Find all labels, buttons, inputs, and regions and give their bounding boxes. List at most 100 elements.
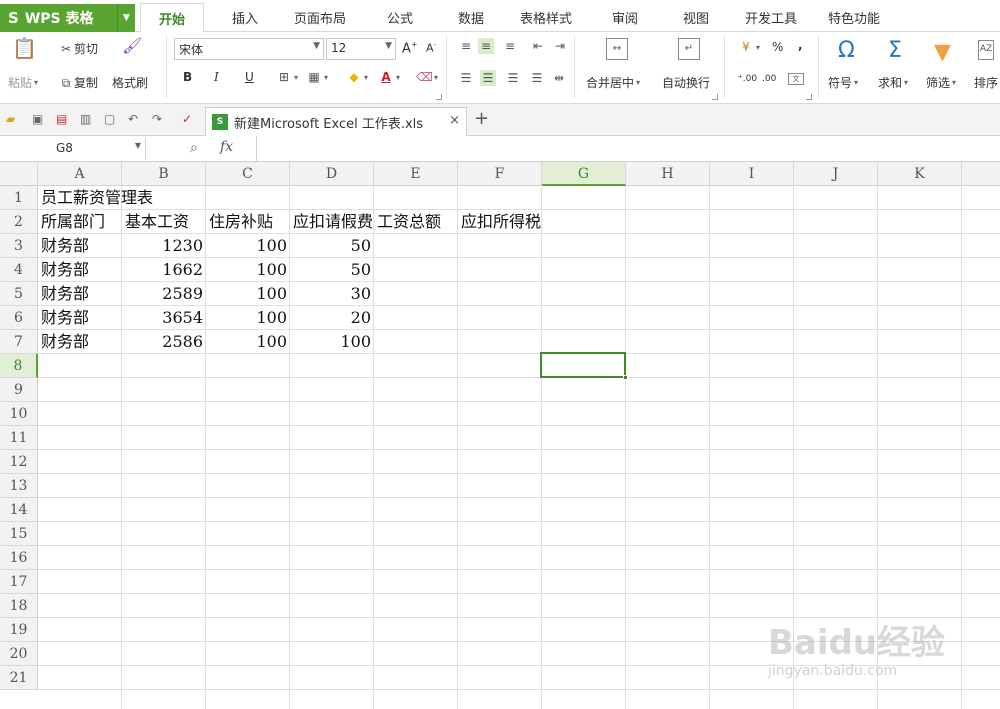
row-header-11[interactable]: 11 xyxy=(0,426,38,450)
row-header-17[interactable]: 17 xyxy=(0,570,38,594)
convert-format-button[interactable]: 文 xyxy=(788,73,804,85)
cell-d5[interactable]: 30 xyxy=(290,282,374,306)
insert-function-icon[interactable]: fx xyxy=(220,139,233,155)
wrap-text-button[interactable]: 自动换行 xyxy=(662,74,710,91)
row-header-5[interactable]: 5 xyxy=(0,282,38,306)
row-header-12[interactable]: 12 xyxy=(0,450,38,474)
format-painter-icon-button[interactable]: 🖌 xyxy=(122,38,142,54)
row-header-21[interactable]: 21 xyxy=(0,666,38,690)
font-dialog-launcher-icon[interactable] xyxy=(436,94,442,100)
cell-d6[interactable]: 20 xyxy=(290,306,374,330)
underline-button[interactable]: U xyxy=(245,70,254,84)
tab-table-style[interactable]: 表格样式 xyxy=(520,8,572,27)
sum-icon-button[interactable]: Σ xyxy=(888,38,902,63)
save-icon[interactable]: ▣ xyxy=(32,112,43,126)
merge-center-button[interactable]: 合并居中 ▾ xyxy=(586,74,640,91)
sort-icon-button[interactable]: AZ xyxy=(978,40,994,60)
row-header-4[interactable]: 4 xyxy=(0,258,38,282)
cell-d4[interactable]: 50 xyxy=(290,258,374,282)
tab-start[interactable]: 开始 xyxy=(140,3,205,33)
row-header-8[interactable]: 8 xyxy=(0,354,38,378)
print-icon[interactable]: ▥ xyxy=(80,112,91,126)
align-bottom-button[interactable]: ≡ xyxy=(502,38,518,54)
redo-icon[interactable]: ↷ xyxy=(152,112,162,126)
cell-c4[interactable]: 100 xyxy=(206,258,290,282)
fill-handle[interactable] xyxy=(623,375,628,380)
border-button[interactable]: ⊞ ▾ xyxy=(276,69,298,85)
cell-header-a[interactable]: 所属部门 xyxy=(38,210,122,234)
column-header-i[interactable]: I xyxy=(710,162,794,186)
cell-style-button[interactable]: ▦ ▾ xyxy=(306,69,328,85)
app-menu-button[interactable]: S WPS 表格 ▼ xyxy=(0,4,135,32)
cell-d3[interactable]: 50 xyxy=(290,234,374,258)
tab-special-features[interactable]: 特色功能 xyxy=(828,8,880,27)
tab-data[interactable]: 数据 xyxy=(458,8,484,27)
distribute-button[interactable]: ⇹ xyxy=(551,70,567,86)
filter-button[interactable]: 筛选 ▾ xyxy=(926,74,956,91)
row-header-3[interactable]: 3 xyxy=(0,234,38,258)
column-header-g[interactable]: G xyxy=(542,162,626,186)
cell-c5[interactable]: 100 xyxy=(206,282,290,306)
wrap-text-icon-button[interactable]: ↵ xyxy=(678,38,700,60)
row-header-10[interactable]: 10 xyxy=(0,402,38,426)
open-folder-icon[interactable]: ▰ xyxy=(6,112,15,126)
row-header-16[interactable]: 16 xyxy=(0,546,38,570)
column-header-c[interactable]: C xyxy=(206,162,290,186)
tab-review[interactable]: 审阅 xyxy=(612,8,638,27)
column-header-k[interactable]: K xyxy=(878,162,962,186)
percent-button[interactable]: % xyxy=(772,40,783,54)
merge-center-icon-button[interactable]: ↔ xyxy=(606,38,628,60)
sum-button[interactable]: 求和 ▾ xyxy=(878,74,908,91)
cell-header-c[interactable]: 住房补贴 xyxy=(206,210,290,234)
new-tab-icon[interactable]: + xyxy=(474,108,489,129)
row-header-9[interactable]: 9 xyxy=(0,378,38,402)
tab-page-layout[interactable]: 页面布局 xyxy=(294,8,346,27)
tab-formulas[interactable]: 公式 xyxy=(387,8,413,27)
cell-b7[interactable]: 2586 xyxy=(122,330,206,354)
formula-input[interactable] xyxy=(256,136,1000,161)
paste-button[interactable]: 📋 xyxy=(12,38,37,64)
row-header-6[interactable]: 6 xyxy=(0,306,38,330)
symbol-icon-button[interactable]: Ω xyxy=(838,38,855,63)
tab-view[interactable]: 视图 xyxy=(683,8,709,27)
zoom-lookup-icon[interactable]: ⌕ xyxy=(190,140,198,156)
name-box[interactable]: G8 ▼ xyxy=(0,137,146,160)
cell-b5[interactable]: 2589 xyxy=(122,282,206,306)
format-painter-button[interactable]: 格式刷 xyxy=(112,74,148,91)
fill-color-button[interactable]: ◆ ▾ xyxy=(346,69,368,85)
cell-header-b[interactable]: 基本工资 xyxy=(122,210,206,234)
align-middle-button[interactable]: ≡ xyxy=(478,38,494,54)
cell-b3[interactable]: 1230 xyxy=(122,234,206,258)
cell-a4[interactable]: 财务部 xyxy=(38,258,122,282)
app-menu-dropdown-icon[interactable]: ▼ xyxy=(117,4,135,32)
align-right-button[interactable]: ☰ xyxy=(505,70,521,86)
font-size-select[interactable]: 12 ▼ xyxy=(326,38,396,60)
number-dialog-launcher-icon[interactable] xyxy=(806,94,812,100)
paste-label-button[interactable]: 粘贴 ▾ xyxy=(8,74,38,91)
alignment-dialog-launcher-icon[interactable] xyxy=(712,94,718,100)
decrease-indent-button[interactable]: ⇤ xyxy=(530,38,546,54)
cell-b4[interactable]: 1662 xyxy=(122,258,206,282)
row-header-13[interactable]: 13 xyxy=(0,474,38,498)
cell-a3[interactable]: 财务部 xyxy=(38,234,122,258)
column-header-a[interactable]: A xyxy=(38,162,122,186)
align-center-button[interactable]: ☰ xyxy=(480,70,496,86)
print-preview-icon[interactable]: ▢ xyxy=(104,112,115,126)
row-header-20[interactable]: 20 xyxy=(0,642,38,666)
cell-a1-title[interactable]: 员工薪资管理表 xyxy=(38,186,206,210)
increase-decimal-button[interactable]: ⁺.00 xyxy=(738,74,757,84)
align-top-button[interactable]: ≡ xyxy=(458,38,474,54)
comma-style-button[interactable]: , xyxy=(798,38,803,52)
sort-button[interactable]: 排序 xyxy=(974,74,998,91)
undo-icon[interactable]: ↶ xyxy=(128,112,138,126)
number-format-button[interactable]: ¥ ▾ xyxy=(738,39,760,55)
decrease-font-button[interactable]: A- xyxy=(426,41,436,55)
font-color-button[interactable]: A ▾ xyxy=(378,69,400,85)
cell-header-e[interactable]: 工资总额 xyxy=(374,210,458,234)
tab-developer[interactable]: 开发工具 xyxy=(745,8,797,27)
row-header-2[interactable]: 2 xyxy=(0,210,38,234)
row-header-19[interactable]: 19 xyxy=(0,618,38,642)
cell-header-f[interactable]: 应扣所得税 xyxy=(458,210,542,234)
justify-button[interactable]: ☰ xyxy=(529,70,545,86)
cell-c7[interactable]: 100 xyxy=(206,330,290,354)
